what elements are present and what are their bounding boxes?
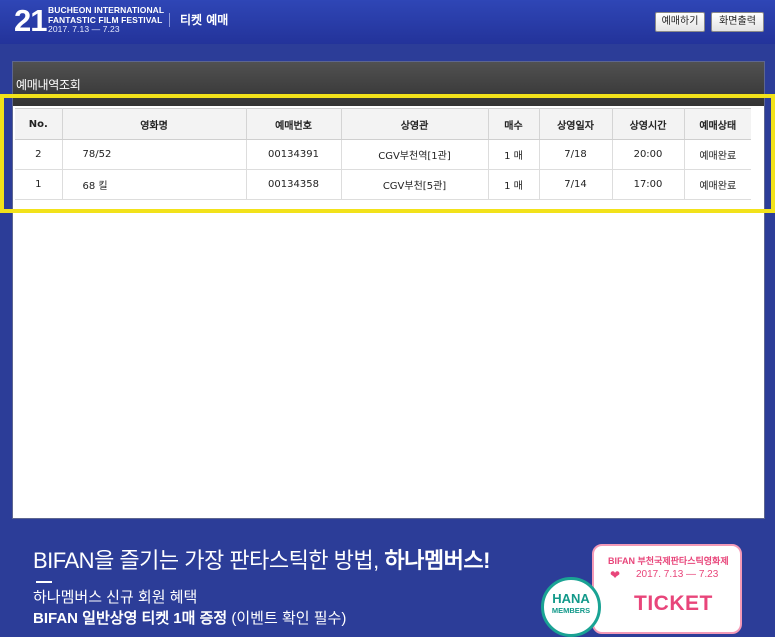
cell-date: 7/18 [539, 139, 613, 170]
booking-table: No. 영화명 예매번호 상영관 매수 상영일자 상영시간 예매상태 2 78/… [15, 108, 751, 200]
cell-theater: CGV부천[5관] [341, 169, 489, 200]
cell-no: 1 [15, 169, 63, 200]
cell-booking-no: 00134391 [246, 139, 342, 170]
heart-icon: ❤ [610, 568, 621, 582]
banner-divider [36, 581, 52, 583]
cell-no: 2 [15, 139, 63, 170]
booking-history-panel: 예매내역조회 No. 영화명 예매번호 상영관 매수 상영일자 상영시간 예매상… [12, 61, 765, 519]
cell-time: 20:00 [612, 139, 685, 170]
table-row[interactable]: 2 78/52 00134391 CGV부천역[1관] 1 매 7/18 20:… [15, 139, 751, 170]
cell-count: 1 매 [488, 169, 540, 200]
reserve-button[interactable]: 예매하기 [655, 12, 705, 32]
ticket-brand: BIFAN [608, 556, 635, 566]
col-header-no: No. [15, 108, 63, 140]
cell-status: 예매완료 [684, 169, 751, 200]
banner-offer-line: BIFAN 일반상영 티켓 1매 증정 (이벤트 확인 필수) [33, 607, 346, 628]
cell-title[interactable]: 68 킬 [62, 169, 247, 200]
logo-dates: 2017. 7.13 — 7.23 [48, 24, 120, 34]
cell-status: 예매완료 [684, 139, 751, 170]
cell-theater: CGV부천역[1관] [341, 139, 489, 170]
ticket-dates: 2017. 7.13 — 7.23 [636, 569, 719, 580]
banner-benefit-line: 하나멤버스 신규 회원 혜택 [33, 589, 198, 606]
cell-title[interactable]: 78/52 [62, 139, 247, 170]
site-header: 21 BUCHEON INTERNATIONAL FANTASTIC FILM … [0, 0, 775, 44]
hana-members-promo-banner[interactable]: BIFAN을 즐기는 가장 판타스틱한 방법, 하나멤버스! 하나멤버스 신규 … [0, 530, 775, 637]
col-header-booking-no: 예매번호 [246, 108, 342, 140]
hana-logo-sub: MEMBERS [551, 606, 591, 615]
panel-header: 예매내역조회 [13, 62, 764, 106]
print-button[interactable]: 화면출력 [711, 12, 764, 32]
header-divider [169, 13, 170, 27]
festival-logo-text[interactable]: BUCHEON INTERNATIONAL FANTASTIC FILM FES… [48, 5, 164, 35]
banner-offer-bold: BIFAN 일반상영 티켓 1매 증정 [33, 610, 228, 627]
col-header-title: 영화명 [62, 108, 247, 140]
table-row[interactable]: 1 68 킬 00134358 CGV부천[5관] 1 매 7/14 17:00… [15, 169, 751, 200]
table-header-row: No. 영화명 예매번호 상영관 매수 상영일자 상영시간 예매상태 [15, 108, 751, 140]
cell-date: 7/14 [539, 169, 613, 200]
cell-time: 17:00 [612, 169, 685, 200]
cell-count: 1 매 [488, 139, 540, 170]
ticket-word: TICKET [634, 592, 713, 615]
banner-offer-note: (이벤트 확인 필수) [227, 610, 347, 627]
ticket-graphic: BIFAN 부천국제판타스틱영화제 ❤ 2017. 7.13 — 7.23 TI… [592, 544, 742, 634]
cell-booking-no: 00134358 [246, 169, 342, 200]
col-header-date: 상영일자 [539, 108, 613, 140]
ticket-header: BIFAN 부천국제판타스틱영화제 [608, 554, 729, 567]
hana-logo-text: HANA [552, 591, 590, 606]
hana-members-logo: HANA MEMBERS [541, 577, 601, 637]
col-header-theater: 상영관 [341, 108, 489, 140]
page-title: 티켓 예매 [180, 13, 229, 27]
banner-tagline-prefix: BIFAN을 즐기는 가장 판타스틱한 방법, [33, 548, 385, 573]
panel-title: 예매내역조회 [16, 78, 81, 92]
banner-tagline-bold: 하나멤버스! [384, 548, 490, 573]
ticket-festival: 부천국제판타스틱영화제 [637, 556, 729, 566]
col-header-count: 매수 [488, 108, 540, 140]
col-header-status: 예매상태 [684, 108, 751, 140]
festival-logo-number[interactable]: 21 [14, 3, 47, 39]
banner-tagline: BIFAN을 즐기는 가장 판타스틱한 방법, 하나멤버스! [33, 543, 490, 575]
col-header-time: 상영시간 [612, 108, 685, 140]
